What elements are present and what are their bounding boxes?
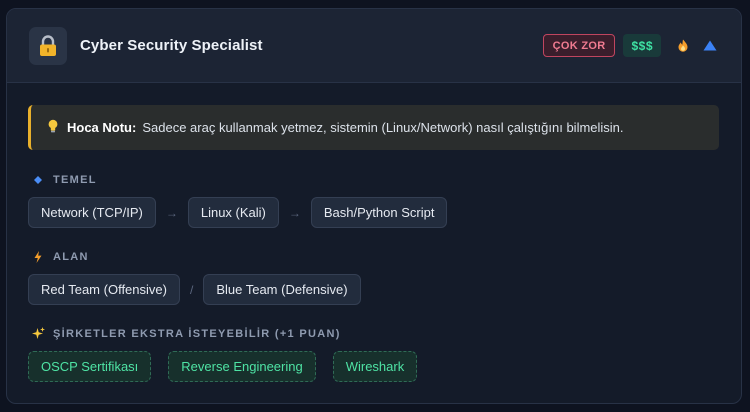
foundation-row: Network (TCP/IP) → Linux (Kali) → Bash/P… (28, 197, 448, 228)
fire-icon (678, 39, 688, 52)
sparkles-icon (31, 327, 45, 340)
field-pill: Red Team (Offensive) (28, 274, 180, 305)
section-title-extras: ŞİRKETLER EKSTRA İSTEYEBİLİR (+1 PUAN) (31, 327, 341, 340)
skill-pill: Linux (Kali) (187, 197, 279, 228)
lightning-icon (31, 251, 45, 263)
arrow-icon: → (165, 205, 178, 220)
page-title: Cyber Security Specialist (80, 37, 263, 54)
section-title-foundation: TEMEL (31, 174, 97, 186)
extra-pill: Wireshark (332, 351, 418, 382)
note-text: Sadece araç kullanmak yetmez, sistemin (… (142, 120, 624, 135)
career-card: Cyber Security Specialist ÇOK ZOR $$$ Ho… (6, 8, 742, 404)
extra-pill: OSCP Sertifikası (28, 351, 152, 382)
lightbulb-icon (47, 119, 59, 136)
skill-pill: Bash/Python Script (310, 197, 448, 228)
triangle-up-icon (703, 40, 717, 51)
instructor-note: Hoca Notu: Sadece araç kullanmak yetmez,… (28, 105, 719, 150)
diamond-icon (31, 176, 45, 184)
extra-pill: Reverse Engineering (168, 351, 316, 382)
note-label: Hoca Notu: (67, 120, 137, 135)
extras-row: OSCP Sertifikası Reverse Engineering Wir… (28, 351, 418, 382)
arrow-icon: → (288, 205, 301, 220)
slash-separator: / (189, 282, 194, 297)
lock-icon (29, 26, 67, 65)
difficulty-badge: ÇOK ZOR (542, 34, 616, 57)
skill-pill: Network (TCP/IP) (28, 197, 156, 228)
cost-badge: $$$ (623, 34, 661, 57)
field-row: Red Team (Offensive) / Blue Team (Defens… (28, 274, 361, 305)
card-header: Cyber Security Specialist ÇOK ZOR $$$ (7, 9, 741, 83)
field-pill: Blue Team (Defensive) (203, 274, 361, 305)
section-title-field: ALAN (31, 251, 89, 263)
